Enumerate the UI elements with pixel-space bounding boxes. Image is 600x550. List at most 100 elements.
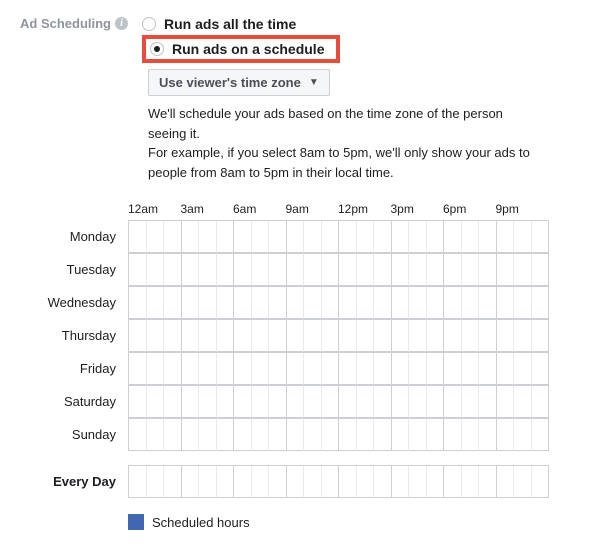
schedule-cell[interactable] (182, 419, 200, 451)
schedule-cell[interactable] (514, 254, 532, 286)
schedule-cell[interactable] (147, 287, 165, 319)
schedule-cell[interactable] (339, 287, 357, 319)
schedule-cell[interactable] (374, 466, 392, 498)
cells-row[interactable] (128, 253, 549, 286)
schedule-cell[interactable] (444, 386, 462, 418)
schedule-cell[interactable] (269, 254, 287, 286)
schedule-cell[interactable] (269, 353, 287, 385)
schedule-cell[interactable] (322, 353, 340, 385)
schedule-cell[interactable] (374, 254, 392, 286)
schedule-cell[interactable] (514, 320, 532, 352)
schedule-cell[interactable] (252, 221, 270, 253)
schedule-cell[interactable] (199, 320, 217, 352)
schedule-cell[interactable] (409, 419, 427, 451)
schedule-cell[interactable] (287, 221, 305, 253)
schedule-cell[interactable] (147, 353, 165, 385)
schedule-cell[interactable] (147, 386, 165, 418)
schedule-cell[interactable] (427, 353, 445, 385)
schedule-cell[interactable] (479, 287, 497, 319)
schedule-cell[interactable] (392, 287, 410, 319)
schedule-cell[interactable] (427, 221, 445, 253)
schedule-cell[interactable] (427, 466, 445, 498)
schedule-cell[interactable] (479, 320, 497, 352)
schedule-cell[interactable] (357, 353, 375, 385)
schedule-cell[interactable] (287, 320, 305, 352)
schedule-cell[interactable] (199, 287, 217, 319)
schedule-cell[interactable] (164, 466, 182, 498)
schedule-cell[interactable] (532, 466, 550, 498)
schedule-cell[interactable] (409, 386, 427, 418)
schedule-cell[interactable] (532, 221, 550, 253)
schedule-cell[interactable] (252, 466, 270, 498)
schedule-cell[interactable] (392, 419, 410, 451)
schedule-cell[interactable] (147, 320, 165, 352)
schedule-cell[interactable] (147, 466, 165, 498)
schedule-cell[interactable] (147, 254, 165, 286)
schedule-cell[interactable] (339, 221, 357, 253)
schedule-cell[interactable] (479, 466, 497, 498)
schedule-cell[interactable] (322, 466, 340, 498)
schedule-cell[interactable] (182, 386, 200, 418)
schedule-cell[interactable] (357, 419, 375, 451)
schedule-cell[interactable] (357, 221, 375, 253)
schedule-cell[interactable] (269, 386, 287, 418)
schedule-cell[interactable] (182, 320, 200, 352)
schedule-cell[interactable] (497, 386, 515, 418)
schedule-cell[interactable] (392, 353, 410, 385)
schedule-cell[interactable] (444, 221, 462, 253)
schedule-cell[interactable] (462, 386, 480, 418)
schedule-cell[interactable] (357, 386, 375, 418)
schedule-cell[interactable] (304, 320, 322, 352)
schedule-cell[interactable] (462, 221, 480, 253)
schedule-cell[interactable] (199, 221, 217, 253)
schedule-cell[interactable] (514, 386, 532, 418)
schedule-cell[interactable] (287, 386, 305, 418)
schedule-cell[interactable] (514, 466, 532, 498)
info-icon[interactable]: i (115, 17, 128, 30)
schedule-cell[interactable] (497, 287, 515, 319)
schedule-cell[interactable] (409, 254, 427, 286)
schedule-cell[interactable] (462, 466, 480, 498)
schedule-cell[interactable] (444, 287, 462, 319)
schedule-cell[interactable] (322, 419, 340, 451)
schedule-cell[interactable] (234, 221, 252, 253)
schedule-cell[interactable] (322, 254, 340, 286)
schedule-cell[interactable] (374, 353, 392, 385)
schedule-cell[interactable] (129, 254, 147, 286)
schedule-cell[interactable] (322, 386, 340, 418)
schedule-cell[interactable] (532, 386, 550, 418)
schedule-cell[interactable] (514, 353, 532, 385)
schedule-cell[interactable] (217, 254, 235, 286)
schedule-cell[interactable] (532, 353, 550, 385)
schedule-cell[interactable] (479, 254, 497, 286)
schedule-cell[interactable] (374, 287, 392, 319)
schedule-cell[interactable] (532, 254, 550, 286)
schedule-cell[interactable] (164, 320, 182, 352)
schedule-cell[interactable] (409, 353, 427, 385)
schedule-cell[interactable] (339, 320, 357, 352)
cells-row[interactable] (128, 319, 549, 352)
schedule-cell[interactable] (392, 386, 410, 418)
schedule-cell[interactable] (304, 221, 322, 253)
schedule-cell[interactable] (199, 466, 217, 498)
cells-row[interactable] (128, 418, 549, 451)
schedule-cell[interactable] (339, 353, 357, 385)
schedule-cell[interactable] (199, 254, 217, 286)
schedule-cell[interactable] (182, 254, 200, 286)
schedule-cell[interactable] (129, 353, 147, 385)
schedule-cell[interactable] (304, 254, 322, 286)
schedule-cell[interactable] (199, 386, 217, 418)
schedule-cell[interactable] (129, 386, 147, 418)
schedule-cell[interactable] (409, 221, 427, 253)
schedule-cell[interactable] (287, 287, 305, 319)
schedule-cell[interactable] (462, 320, 480, 352)
schedule-cell[interactable] (217, 386, 235, 418)
schedule-cell[interactable] (164, 419, 182, 451)
schedule-cell[interactable] (234, 466, 252, 498)
schedule-cell[interactable] (234, 419, 252, 451)
schedule-cell[interactable] (269, 419, 287, 451)
cells-row[interactable] (128, 385, 549, 418)
schedule-cell[interactable] (444, 353, 462, 385)
schedule-cell[interactable] (497, 221, 515, 253)
schedule-cell[interactable] (164, 287, 182, 319)
